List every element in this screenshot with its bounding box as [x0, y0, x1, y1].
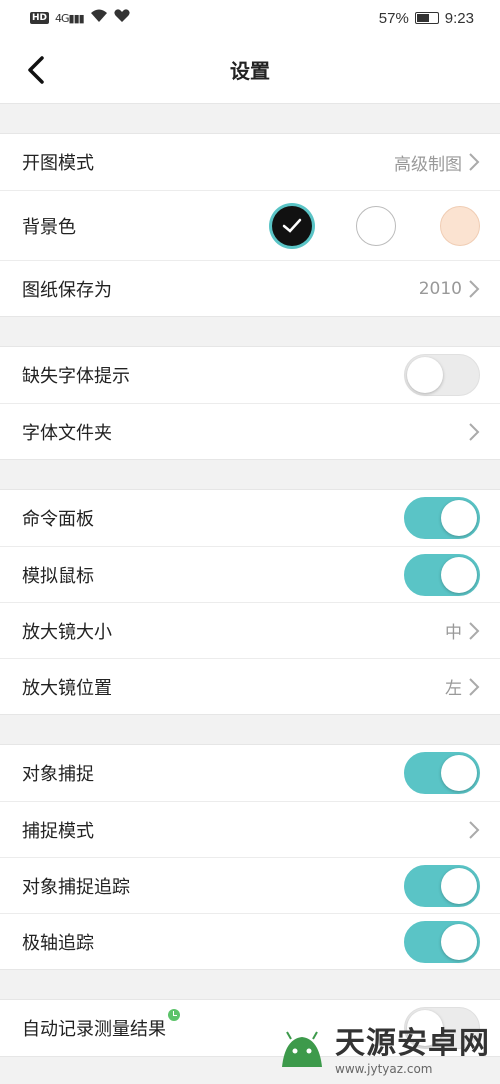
row-label: 背景色 — [22, 216, 76, 238]
chevron-right-icon — [469, 279, 480, 298]
polar-tracking-toggle[interactable] — [404, 920, 480, 963]
row-right: 中 — [445, 618, 480, 643]
swatch-white[interactable] — [356, 205, 396, 246]
row-label: 缺失字体提示 — [22, 366, 130, 387]
open-mode-row[interactable]: 开图模式 高级制图 — [0, 134, 500, 190]
toggle-knob — [441, 500, 477, 536]
save-format-value: 2010 — [418, 278, 462, 299]
watermark-text: 天源安卓网 www.jytyaz.com — [335, 1025, 490, 1076]
row-label: 模拟鼠标 — [22, 565, 94, 587]
checkmark-icon — [282, 218, 302, 233]
settings-group-fonts: 缺失字体提示 字体文件夹 — [0, 346, 500, 460]
row-label: 字体文件夹 — [22, 422, 112, 444]
heart-monitor-icon — [114, 9, 130, 27]
wifi-icon — [90, 9, 108, 27]
command-panel-toggle[interactable] — [404, 497, 480, 539]
toggle-knob — [441, 867, 477, 904]
snap-mode-row[interactable]: 捕捉模式 — [0, 801, 500, 857]
settings-group-file: 开图模式 高级制图 背景色 图纸保存为 2010 — [0, 133, 500, 317]
settings-group-snap: 对象捕捉 捕捉模式 对象捕捉追踪 极轴追踪 — [0, 744, 500, 970]
object-snap-row: 对象捕捉 — [0, 745, 500, 801]
network-type: 4G — [55, 11, 69, 25]
battery-icon — [414, 12, 439, 24]
polar-tracking-row: 极轴追踪 — [0, 913, 500, 969]
swatch-black[interactable] — [272, 205, 312, 246]
save-drawing-as-row[interactable]: 图纸保存为 2010 — [0, 260, 500, 316]
toggle-knob — [441, 755, 477, 791]
auto-record-label-text: 自动记录测量结果 — [22, 1019, 166, 1040]
toggle-knob — [441, 923, 477, 960]
new-badge-icon — [168, 1009, 180, 1021]
toggle-knob — [441, 556, 477, 593]
row-right: 2010 — [419, 279, 480, 299]
signal-icon: 4G▮▮▮ — [55, 11, 85, 25]
simulated-mouse-row: 模拟鼠标 — [0, 546, 500, 602]
settings-group-input: 命令面板 模拟鼠标 放大镜大小 中 放大镜位置 左 — [0, 489, 500, 715]
background-color-swatches — [272, 205, 480, 246]
simulated-mouse-toggle[interactable] — [404, 553, 480, 596]
row-label: 对象捕捉追踪 — [22, 876, 130, 898]
watermark-name: 天源安卓网 — [335, 1025, 490, 1061]
background-color-row: 背景色 — [0, 190, 500, 260]
row-label: 放大镜位置 — [22, 677, 112, 699]
row-label: 捕捉模式 — [22, 820, 94, 842]
object-snap-tracking-toggle[interactable] — [404, 864, 480, 907]
row-right: 高级制图 — [394, 150, 480, 175]
chevron-right-icon — [469, 677, 480, 696]
chevron-right-icon — [469, 153, 480, 171]
swatch-peach[interactable] — [440, 205, 480, 246]
font-folder-row[interactable]: 字体文件夹 — [0, 403, 500, 459]
magnifier-size-value: 中 — [445, 623, 462, 643]
row-label: 对象捕捉 — [22, 764, 94, 785]
object-snap-toggle[interactable] — [404, 752, 480, 794]
android-logo-icon — [282, 1031, 322, 1067]
magnifier-position-value: 左 — [445, 679, 462, 699]
row-label: 自动记录测量结果 — [22, 1009, 180, 1041]
row-label: 图纸保存为 — [22, 279, 112, 301]
row-label: 极轴追踪 — [22, 932, 94, 954]
watermark: 天源安卓网 www.jytyaz.com — [277, 1024, 490, 1080]
header: 设置 — [0, 36, 500, 104]
battery-percent: 57% — [378, 9, 409, 27]
status-bar: HD 4G▮▮▮ 57% 9:23 — [0, 0, 500, 36]
open-mode-value: 高级制图 — [394, 154, 462, 175]
hd-icon: HD — [30, 12, 50, 24]
missing-font-prompt-toggle[interactable] — [404, 354, 480, 396]
command-panel-row: 命令面板 — [0, 490, 500, 546]
row-right: 左 — [445, 674, 480, 699]
clock-time: 9:23 — [444, 9, 474, 27]
chevron-right-icon — [469, 621, 480, 640]
toggle-knob — [407, 357, 443, 393]
magnifier-position-row[interactable]: 放大镜位置 左 — [0, 658, 500, 714]
row-label: 放大镜大小 — [22, 621, 112, 643]
missing-font-prompt-row: 缺失字体提示 — [0, 347, 500, 403]
back-button[interactable] — [22, 54, 54, 86]
back-arrow-icon — [28, 56, 44, 84]
watermark-url: www.jytyaz.com — [335, 1061, 433, 1076]
magnifier-size-row[interactable]: 放大镜大小 中 — [0, 602, 500, 658]
status-right: 57% 9:23 — [379, 10, 474, 27]
object-snap-tracking-row: 对象捕捉追踪 — [0, 857, 500, 913]
row-label: 开图模式 — [22, 153, 94, 174]
row-label: 命令面板 — [22, 509, 94, 530]
chevron-right-icon — [469, 820, 480, 839]
status-left: HD 4G▮▮▮ — [30, 9, 130, 27]
chevron-right-icon — [469, 422, 480, 441]
page-title: 设置 — [230, 59, 270, 83]
